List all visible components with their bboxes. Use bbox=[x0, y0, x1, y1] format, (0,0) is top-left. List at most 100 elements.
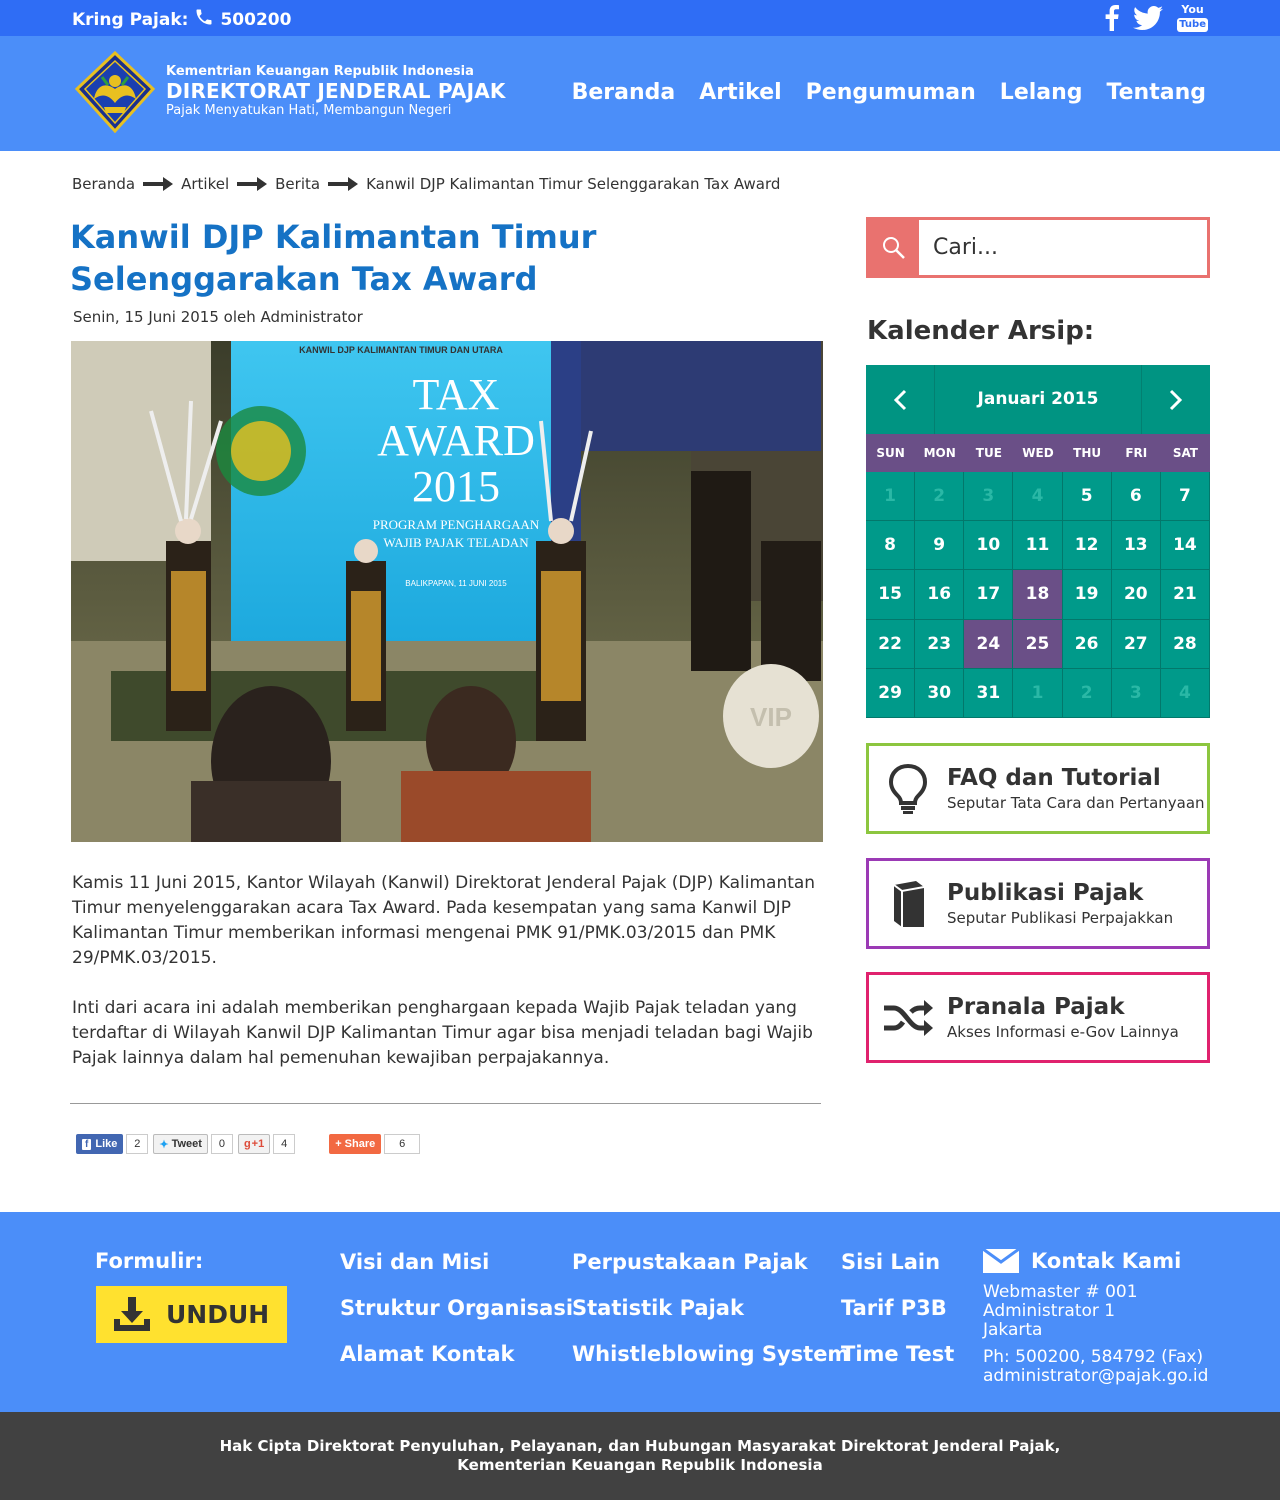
calendar-day[interactable]: 28 bbox=[1160, 619, 1210, 669]
social-links: You Tube bbox=[1105, 4, 1208, 32]
arrow-right-icon bbox=[237, 177, 268, 191]
site-footer: Formulir: UNDUH Visi dan Misi Struktur O… bbox=[0, 1212, 1280, 1412]
footer-link-whistleblowing[interactable]: Whistleblowing System bbox=[572, 1341, 849, 1367]
breadcrumb-beranda[interactable]: Beranda bbox=[72, 175, 135, 193]
calendar-day[interactable]: 31 bbox=[964, 668, 1014, 718]
photo-banner-header: KANWIL DJP KALIMANTAN TIMUR DAN UTARA bbox=[299, 345, 503, 355]
calendar-day[interactable]: 14 bbox=[1160, 521, 1210, 571]
photo-banner-year: 2015 bbox=[412, 462, 500, 511]
youtube-icon[interactable]: You Tube bbox=[1177, 4, 1208, 32]
gplus-icon: g bbox=[243, 1138, 251, 1150]
calendar-prev-button[interactable] bbox=[866, 365, 934, 434]
search-input[interactable] bbox=[919, 220, 1207, 275]
calendar-day[interactable]: 6 bbox=[1111, 472, 1161, 522]
calendar-day[interactable]: 7 bbox=[1160, 472, 1210, 522]
arrow-right-icon bbox=[328, 177, 359, 191]
search-icon[interactable] bbox=[869, 220, 919, 275]
tweet-button[interactable]: ✦ Tweet bbox=[153, 1134, 208, 1154]
tweet-label: Tweet bbox=[171, 1138, 202, 1150]
footer-link-tarif-p3b[interactable]: Tarif P3B bbox=[841, 1295, 954, 1321]
book-icon bbox=[869, 879, 947, 929]
article-meta: Senin, 15 Juni 2015 oleh Administrator bbox=[73, 308, 363, 326]
calendar-day[interactable]: 22 bbox=[866, 619, 916, 669]
nav-pengumuman[interactable]: Pengumuman bbox=[806, 80, 976, 105]
calendar-day[interactable]: 18 bbox=[1013, 570, 1063, 620]
unduh-label: UNDUH bbox=[166, 1300, 270, 1329]
chevron-left-icon bbox=[893, 389, 907, 410]
calendar-day[interactable]: 19 bbox=[1062, 570, 1112, 620]
twitter-icon: ✦ bbox=[159, 1138, 169, 1151]
contact-email[interactable]: administrator@pajak.go.id bbox=[983, 1367, 1208, 1386]
article-body: Kamis 11 Juni 2015, Kantor Wilayah (Kanw… bbox=[72, 871, 832, 1096]
calendar-weekdays: SUN MON TUE WED THU FRI SAT bbox=[866, 434, 1210, 472]
pranala-pajak-box[interactable]: Pranala Pajak Akses Informasi e-Gov Lain… bbox=[866, 972, 1210, 1063]
footer-link-sisi-lain[interactable]: Sisi Lain bbox=[841, 1249, 954, 1275]
calendar-day[interactable]: 20 bbox=[1111, 570, 1161, 620]
kring-pajak[interactable]: Kring Pajak: 500200 bbox=[72, 7, 291, 32]
calendar-day[interactable]: 5 bbox=[1062, 472, 1112, 522]
gplus-button[interactable]: g +1 bbox=[237, 1134, 271, 1154]
calendar-day[interactable]: 13 bbox=[1111, 521, 1161, 571]
calendar-day[interactable]: 17 bbox=[964, 570, 1014, 620]
calendar-day: 1 bbox=[1013, 668, 1063, 718]
calendar-day[interactable]: 15 bbox=[866, 570, 916, 620]
share-bar: f Like 2 ✦ Tweet 0 g +1 4 + Share 6 bbox=[76, 1134, 421, 1154]
calendar-day[interactable]: 26 bbox=[1062, 619, 1112, 669]
publikasi-pajak-box[interactable]: Publikasi Pajak Seputar Publikasi Perpaj… bbox=[866, 858, 1210, 949]
contact-admin: Administrator 1 bbox=[983, 1301, 1116, 1321]
share-button[interactable]: + Share bbox=[329, 1134, 382, 1154]
calendar-day[interactable]: 30 bbox=[915, 668, 965, 718]
youtube-tube-text: Tube bbox=[1177, 18, 1208, 32]
breadcrumb-berita[interactable]: Berita bbox=[275, 175, 320, 193]
download-icon bbox=[114, 1296, 150, 1331]
facebook-icon[interactable] bbox=[1105, 4, 1120, 32]
nav-beranda[interactable]: Beranda bbox=[572, 80, 676, 105]
nav-artikel[interactable]: Artikel bbox=[699, 80, 781, 105]
gplus-label: +1 bbox=[251, 1138, 265, 1150]
calendar-day[interactable]: 10 bbox=[964, 521, 1014, 571]
calendar-day[interactable]: 16 bbox=[915, 570, 965, 620]
twitter-icon[interactable] bbox=[1133, 4, 1164, 32]
calendar-day[interactable]: 23 bbox=[915, 619, 965, 669]
share-label: Share bbox=[344, 1138, 376, 1150]
box-subtitle: Seputar Publikasi Perpajakkan bbox=[947, 909, 1174, 927]
facebook-icon: f bbox=[82, 1138, 92, 1150]
copyright-bar: Hak Cipta Direktorat Penyuluhan, Pelayan… bbox=[0, 1412, 1280, 1500]
calendar-day[interactable]: 21 bbox=[1160, 570, 1210, 620]
footer-col-2: Perpustakaan Pajak Statistik Pajak Whist… bbox=[572, 1249, 849, 1367]
calendar-day[interactable]: 12 bbox=[1062, 521, 1112, 571]
nav-tentang[interactable]: Tentang bbox=[1107, 80, 1206, 105]
brand-text: Kementrian Keuangan Republik Indonesia D… bbox=[166, 64, 506, 118]
calendar-day[interactable]: 24 bbox=[964, 619, 1014, 669]
footer-link-time-test[interactable]: Time Test bbox=[841, 1341, 954, 1367]
footer-link-visi-misi[interactable]: Visi dan Misi bbox=[340, 1249, 573, 1275]
phone-icon bbox=[194, 7, 214, 32]
facebook-like-button[interactable]: f Like bbox=[76, 1134, 124, 1154]
calendar-day[interactable]: 29 bbox=[866, 668, 916, 718]
calendar-day[interactable]: 27 bbox=[1111, 619, 1161, 669]
footer-link-perpustakaan[interactable]: Perpustakaan Pajak bbox=[572, 1249, 849, 1275]
nav-lelang[interactable]: Lelang bbox=[1000, 80, 1083, 105]
calendar-day: 4 bbox=[1160, 668, 1210, 718]
article-photo: KANWIL DJP KALIMANTAN TIMUR DAN UTARA TA… bbox=[71, 341, 823, 842]
unduh-button[interactable]: UNDUH bbox=[96, 1286, 287, 1343]
breadcrumb-artikel[interactable]: Artikel bbox=[181, 175, 229, 193]
calendar-day[interactable]: 11 bbox=[1013, 521, 1063, 571]
footer-link-alamat[interactable]: Alamat Kontak bbox=[340, 1341, 573, 1367]
calendar-header: Januari 2015 bbox=[866, 365, 1210, 434]
footer-link-struktur[interactable]: Struktur Organisasi bbox=[340, 1295, 573, 1321]
calendar-day[interactable]: 9 bbox=[915, 521, 965, 571]
calendar-next-button[interactable] bbox=[1142, 365, 1210, 434]
kring-number: 500200 bbox=[220, 9, 292, 30]
kemenkeu-logo[interactable] bbox=[74, 50, 156, 134]
contact-section: Kontak Kami Webmaster # 001 Administrato… bbox=[983, 1249, 1208, 1386]
site-header: Kementrian Keuangan Republik Indonesia D… bbox=[0, 36, 1280, 151]
like-count: 2 bbox=[126, 1134, 149, 1154]
footer-link-statistik[interactable]: Statistik Pajak bbox=[572, 1295, 849, 1321]
weekday-label: THU bbox=[1073, 446, 1102, 460]
calendar-day[interactable]: 8 bbox=[866, 521, 916, 571]
calendar-day[interactable]: 25 bbox=[1013, 619, 1063, 669]
breadcrumb: Beranda Artikel Berita Kanwil DJP Kalima… bbox=[72, 175, 780, 193]
faq-tutorial-box[interactable]: FAQ dan Tutorial Seputar Tata Cara dan P… bbox=[866, 743, 1210, 834]
main-nav: Beranda Artikel Pengumuman Lelang Tentan… bbox=[572, 80, 1206, 105]
